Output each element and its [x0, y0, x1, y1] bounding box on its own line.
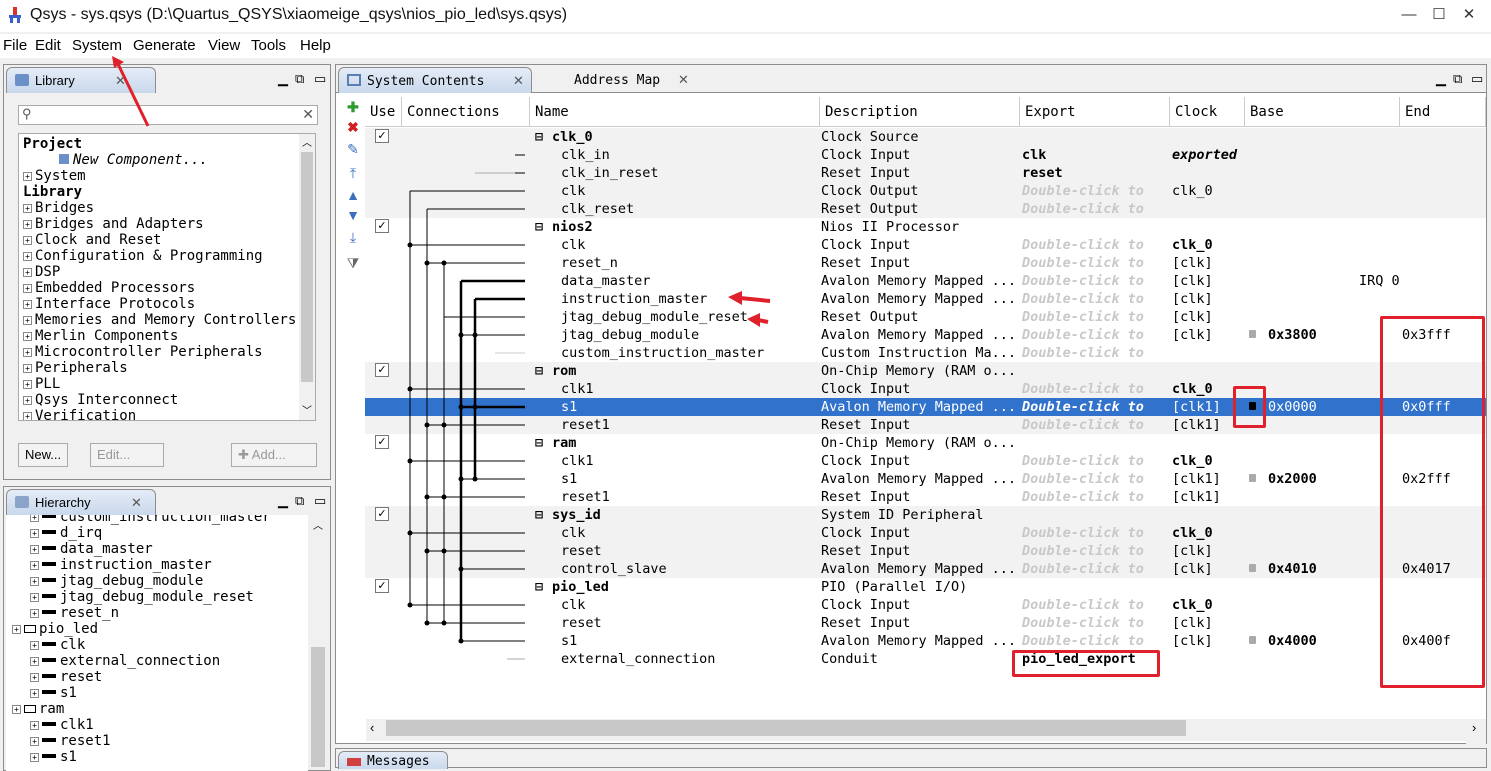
annotation-box-export [1012, 650, 1160, 677]
annotation-arrow [116, 63, 150, 127]
annotation-layer [112, 56, 771, 327]
annotation-box-end [1380, 316, 1485, 688]
annotation-arrowhead [728, 291, 742, 305]
annotation-arrow [739, 296, 771, 303]
annotation-arrowhead [747, 313, 760, 327]
annotation-box-lock [1233, 386, 1266, 428]
